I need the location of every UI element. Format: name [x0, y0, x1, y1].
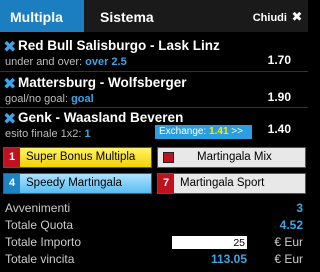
odds: 1.70	[267, 53, 291, 67]
summary-vincita: Totale vincita 113.05 € Eur	[5, 252, 303, 268]
summary-importo: Totale Importo € Eur	[5, 235, 303, 251]
exchange-label: Exchange:	[159, 126, 210, 137]
martingala-mix-button[interactable]: Martingala Mix	[157, 147, 306, 168]
market-label: under and over:	[5, 56, 86, 68]
tab-sistema[interactable]: Sistema	[90, 0, 190, 32]
remove-icon[interactable]: ✖	[3, 109, 16, 129]
event-name: Genk - Waasland Beveren	[18, 110, 184, 125]
event-name: Mattersburg - Wolfsberger	[18, 75, 187, 90]
exchange-arrow: >>	[228, 126, 243, 137]
button-label: Speedy Martingala	[26, 177, 122, 189]
selection: over 2.5	[85, 56, 127, 68]
summary-quota: Totale Quota 4.52	[5, 218, 303, 234]
badge-number: 1	[4, 148, 20, 167]
tab-multipla[interactable]: Multipla	[0, 0, 84, 32]
close-label: Chiudi	[252, 12, 287, 24]
super-bonus-multipla-button[interactable]: 1 Super Bonus Multipla	[3, 147, 152, 168]
button-label: Martingala Sport	[180, 177, 265, 189]
odds: 1.90	[267, 90, 291, 104]
stop-icon	[163, 152, 174, 163]
odds: 1.40	[267, 122, 291, 136]
selection: 1	[84, 128, 91, 140]
exchange-value: 1.41	[209, 126, 229, 137]
market-line: goal/no goal: goal	[5, 93, 94, 105]
market-line: esito finale 1x2: 1	[5, 128, 91, 140]
badge-number: 4	[4, 174, 20, 193]
button-label: Martingala Mix	[197, 151, 272, 163]
remove-icon[interactable]: ✖	[3, 74, 16, 94]
summary-value: 3	[296, 201, 303, 215]
summary-label: Totale vincita	[5, 252, 75, 266]
bet-row: ✖ Mattersburg - Wolfsberger goal/no goal…	[0, 73, 308, 111]
betslip-tabs: Multipla Sistema Chiudi ✖	[0, 0, 308, 32]
close-button[interactable]: Chiudi ✖	[253, 0, 308, 32]
market-label: goal/no goal:	[5, 93, 72, 105]
selection: goal	[71, 93, 94, 105]
summary-label: Avvenimenti	[5, 201, 71, 215]
summary-avvenimenti: Avvenimenti 3	[5, 201, 303, 217]
currency-label: € Eur	[274, 235, 303, 249]
summary-value: 4.52	[279, 218, 303, 232]
market-label: esito finale 1x2:	[5, 128, 85, 140]
badge-number: 7	[158, 174, 174, 193]
stake-input[interactable]	[172, 236, 247, 249]
summary-label: Totale Importo	[5, 235, 82, 249]
event-name: Red Bull Salisburgo - Lask Linz	[18, 38, 220, 53]
currency-label: € Eur	[274, 252, 303, 266]
speedy-martingala-button[interactable]: 4 Speedy Martingala	[3, 173, 152, 194]
market-line: under and over: over 2.5	[5, 56, 127, 68]
summary-value: 113.05	[210, 252, 247, 266]
bet-row: ✖ Red Bull Salisburgo - Lask Linz under …	[0, 36, 308, 74]
remove-icon[interactable]: ✖	[3, 37, 16, 57]
bet-row: ✖ Genk - Waasland Beveren esito finale 1…	[0, 108, 308, 146]
martingala-sport-button[interactable]: 7 Martingala Sport	[157, 173, 306, 194]
button-label: Super Bonus Multipla	[26, 151, 136, 163]
exchange-badge[interactable]: Exchange: 1.41 >>	[155, 125, 252, 139]
close-icon[interactable]: ✖	[290, 0, 304, 34]
summary-label: Totale Quota	[5, 218, 74, 232]
divider	[0, 71, 308, 72]
